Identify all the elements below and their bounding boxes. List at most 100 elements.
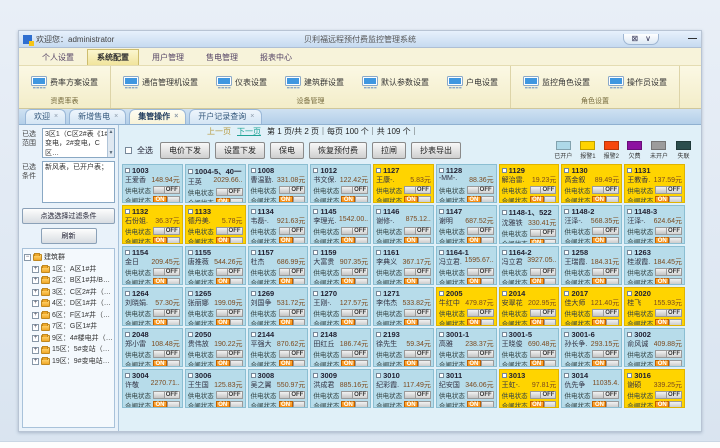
supply-toggle[interactable]: OFF xyxy=(279,186,306,194)
card-checkbox[interactable] xyxy=(627,168,632,173)
supply-toggle[interactable]: OFF xyxy=(279,268,306,276)
supply-toggle[interactable]: OFF xyxy=(592,186,619,194)
card-checkbox[interactable] xyxy=(251,332,256,337)
supply-toggle[interactable]: OFF xyxy=(530,350,557,358)
supply-toggle[interactable]: OFF xyxy=(530,268,557,276)
supply-toggle[interactable]: OFF xyxy=(341,186,368,194)
tree-item-6[interactable]: +9区：4#楼电井（4#楼… xyxy=(24,333,113,345)
switch-toggle[interactable]: ON xyxy=(153,278,180,285)
supply-toggle[interactable]: OFF xyxy=(467,309,494,317)
switch-toggle[interactable]: ON xyxy=(279,196,306,203)
card-checkbox[interactable] xyxy=(251,291,256,296)
card-checkbox[interactable] xyxy=(439,373,444,378)
switch-toggle[interactable]: ON xyxy=(341,196,368,203)
supply-toggle[interactable]: OFF xyxy=(216,268,243,276)
card-checkbox[interactable] xyxy=(313,332,318,337)
pick-filter-button[interactable]: 点选选择过滤条件 xyxy=(22,208,115,224)
select-all-checkbox[interactable] xyxy=(125,147,132,154)
supply-toggle[interactable]: OFF xyxy=(216,227,243,235)
switch-toggle[interactable]: ON xyxy=(216,237,243,244)
tree-item-7[interactable]: +15区：5#变站（3#变… xyxy=(24,344,113,356)
switch-toggle[interactable]: ON xyxy=(467,237,494,244)
tree-item-2[interactable]: +3区：C区2#井（1#变… xyxy=(24,287,113,299)
switch-toggle[interactable]: ON xyxy=(530,196,557,203)
card-checkbox[interactable] xyxy=(564,373,569,378)
supply-toggle[interactable]: OFF xyxy=(530,186,557,194)
supply-toggle[interactable]: OFF xyxy=(153,268,180,276)
doc-tab-2[interactable]: 集管操作× xyxy=(129,109,186,124)
card-checkbox[interactable] xyxy=(564,250,569,255)
supply-toggle[interactable]: OFF xyxy=(404,391,431,399)
menu-tab-3[interactable]: 售电管理 xyxy=(197,50,247,65)
close-tab-icon[interactable]: × xyxy=(54,113,58,120)
switch-toggle[interactable]: ON xyxy=(341,319,368,326)
supply-toggle[interactable]: OFF xyxy=(153,309,180,317)
switch-toggle[interactable]: ON xyxy=(467,360,494,367)
switch-toggle[interactable]: ON xyxy=(216,278,243,285)
supply-toggle[interactable]: OFF xyxy=(655,227,682,235)
action-button-1[interactable]: 设置下发 xyxy=(215,142,265,159)
card-checkbox[interactable] xyxy=(313,209,318,214)
switch-toggle[interactable]: ON xyxy=(592,319,619,326)
supply-toggle[interactable]: OFF xyxy=(655,186,682,194)
supply-toggle[interactable]: OFF xyxy=(341,391,368,399)
card-checkbox[interactable] xyxy=(188,209,193,214)
card-checkbox[interactable] xyxy=(188,332,193,337)
tree-item-3[interactable]: +4区：D区1#井（D区1… xyxy=(24,298,113,310)
card-checkbox[interactable] xyxy=(376,291,381,296)
switch-toggle[interactable]: ON xyxy=(153,319,180,326)
supply-toggle[interactable]: OFF xyxy=(467,186,494,194)
card-checkbox[interactable] xyxy=(188,169,193,174)
supply-toggle[interactable]: OFF xyxy=(216,350,243,358)
card-checkbox[interactable] xyxy=(313,291,318,296)
expand-icon[interactable]: + xyxy=(32,324,39,331)
card-checkbox[interactable] xyxy=(125,291,130,296)
switch-toggle[interactable]: ON xyxy=(216,360,243,367)
card-checkbox[interactable] xyxy=(188,291,193,296)
expand-icon[interactable]: + xyxy=(32,358,39,365)
switch-toggle[interactable]: ON xyxy=(341,360,368,367)
expand-icon[interactable]: + xyxy=(32,277,39,284)
supply-toggle[interactable]: OFF xyxy=(530,229,557,237)
card-checkbox[interactable] xyxy=(313,168,318,173)
tree-root[interactable]: −建筑群 xyxy=(24,252,113,264)
supply-toggle[interactable]: OFF xyxy=(216,391,243,399)
card-checkbox[interactable] xyxy=(627,250,632,255)
supply-toggle[interactable]: OFF xyxy=(153,350,180,358)
supply-toggle[interactable]: OFF xyxy=(153,227,180,235)
card-checkbox[interactable] xyxy=(376,373,381,378)
card-checkbox[interactable] xyxy=(564,168,569,173)
switch-toggle[interactable]: ON xyxy=(279,237,306,244)
switch-toggle[interactable]: ON xyxy=(341,278,368,285)
card-checkbox[interactable] xyxy=(251,168,256,173)
supply-toggle[interactable]: OFF xyxy=(216,309,243,317)
supply-toggle[interactable]: OFF xyxy=(153,186,180,194)
ribbon-button-1-3[interactable]: 默认参数设置 xyxy=(358,73,433,92)
switch-toggle[interactable]: ON xyxy=(655,278,682,285)
supply-toggle[interactable]: OFF xyxy=(341,309,368,317)
expand-icon[interactable]: + xyxy=(32,300,39,307)
scroll-up-icon[interactable]: ▲ xyxy=(109,129,114,136)
card-checkbox[interactable] xyxy=(564,209,569,214)
expand-icon[interactable]: + xyxy=(32,312,39,319)
supply-toggle[interactable]: OFF xyxy=(655,268,682,276)
switch-toggle[interactable]: ON xyxy=(216,401,243,408)
switch-toggle[interactable]: ON xyxy=(592,401,619,408)
switch-toggle[interactable]: ON xyxy=(530,401,557,408)
card-checkbox[interactable] xyxy=(125,373,130,378)
card-checkbox[interactable] xyxy=(125,168,130,173)
card-checkbox[interactable] xyxy=(251,209,256,214)
expand-icon[interactable]: + xyxy=(32,289,39,296)
switch-toggle[interactable]: ON xyxy=(592,278,619,285)
supply-toggle[interactable]: OFF xyxy=(467,268,494,276)
card-checkbox[interactable] xyxy=(313,373,318,378)
switch-toggle[interactable]: ON xyxy=(153,237,180,244)
action-button-3[interactable]: 恢复预付费 xyxy=(309,142,367,159)
card-checkbox[interactable] xyxy=(439,332,444,337)
tree-item-0[interactable]: +1区：A区1#井 xyxy=(24,264,113,276)
layout-icon[interactable]: ⊠ xyxy=(631,34,638,43)
close-tab-icon[interactable]: × xyxy=(174,113,178,120)
listbox-scrollbar[interactable]: ▲▼ xyxy=(107,129,114,157)
supply-toggle[interactable]: OFF xyxy=(655,391,682,399)
supply-toggle[interactable]: OFF xyxy=(530,309,557,317)
